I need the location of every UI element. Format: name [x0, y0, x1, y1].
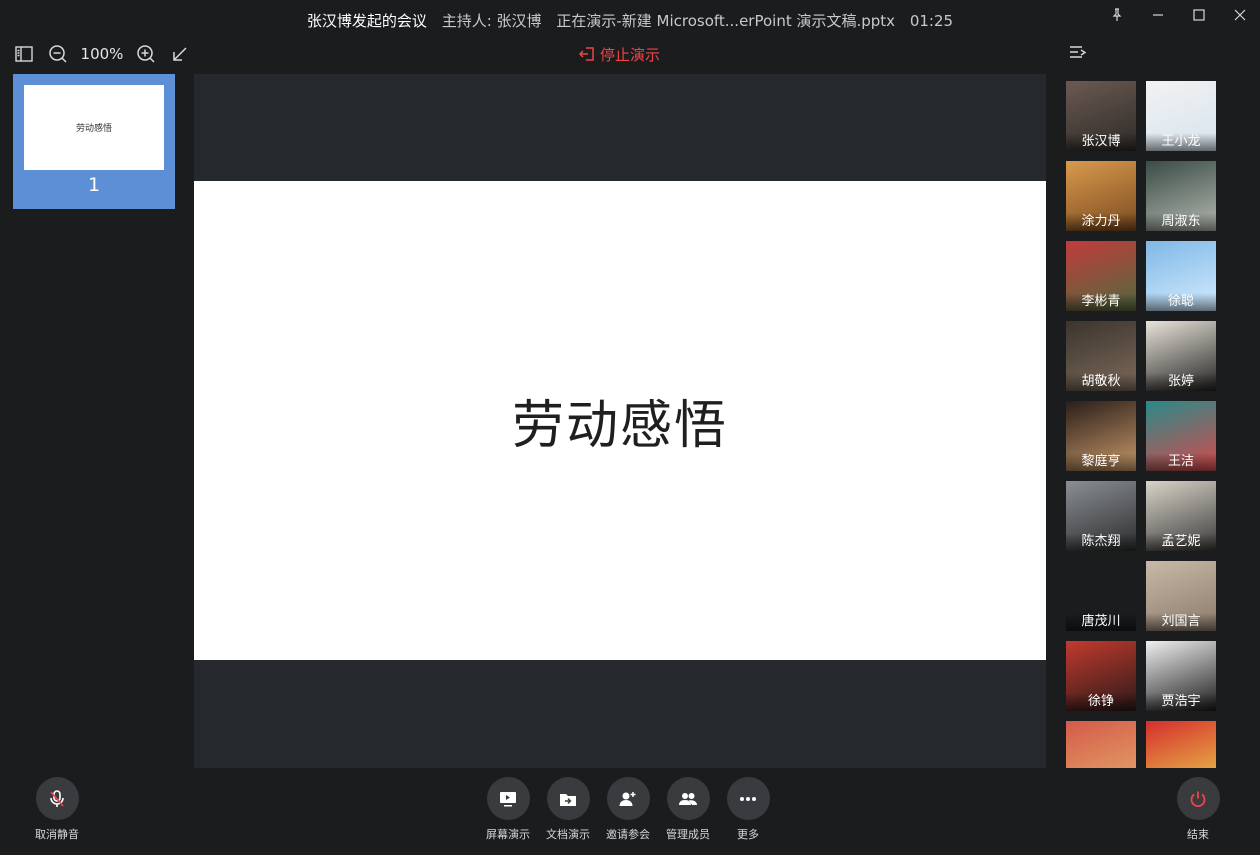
- thumbnail-preview: 劳动感悟: [24, 85, 164, 170]
- participant-name: 唐茂川: [1066, 613, 1136, 631]
- unmute-circle: [35, 777, 79, 820]
- participant-name: 贾浩宇: [1146, 693, 1216, 711]
- avatar: [1146, 721, 1216, 768]
- participant-name: 徐聪: [1146, 293, 1216, 311]
- unmute-label: 取消静音: [35, 828, 79, 841]
- participant-name: 王洁: [1146, 453, 1216, 471]
- participant-tile[interactable]: 孟艺妮: [1146, 481, 1216, 551]
- participant-tile[interactable]: [1066, 721, 1136, 768]
- participant-name: 李彬青: [1066, 293, 1136, 311]
- participant-name: 孟艺妮: [1146, 533, 1216, 551]
- maximize-button[interactable]: [1178, 0, 1219, 30]
- participant-name: 胡敬秋: [1066, 373, 1136, 391]
- participant-tile[interactable]: 徐铮: [1066, 641, 1136, 711]
- screen-share-icon: [500, 791, 516, 806]
- users-icon: [679, 792, 697, 805]
- participant-tile[interactable]: 王洁: [1146, 401, 1216, 471]
- document-present-label: 文档演示: [546, 828, 590, 841]
- invite-label: 邀请参会: [606, 828, 650, 841]
- participant-tile[interactable]: 徐聪: [1146, 241, 1216, 311]
- stop-presenting-label: 停止演示: [600, 45, 661, 64]
- participant-tile[interactable]: 张汉博: [1066, 81, 1136, 151]
- participant-tile[interactable]: 李彬青: [1066, 241, 1136, 311]
- thumbnail-number: 1: [87, 174, 101, 196]
- end-meeting-label: 结束: [1187, 828, 1209, 841]
- participant-tile[interactable]: 陈杰翔: [1066, 481, 1136, 551]
- exit-fullscreen-button[interactable]: [168, 42, 192, 66]
- window-controls: [1096, 0, 1260, 32]
- participant-name: 刘国言: [1146, 613, 1216, 631]
- presentation-stage: 劳动感悟: [194, 74, 1046, 768]
- participant-tile[interactable]: 张婷: [1146, 321, 1216, 391]
- thumbnail-title: 劳动感悟: [75, 124, 112, 134]
- stop-presenting-button[interactable]: 停止演示: [578, 44, 660, 64]
- presenting-file: 正在演示-新建 Microsoft...erPoint 演示文稿.pptx: [556, 12, 896, 30]
- slide-title: 劳动感悟: [511, 396, 728, 456]
- participant-tile[interactable]: 涂力丹: [1066, 161, 1136, 231]
- participant-name: 周淑东: [1146, 213, 1216, 231]
- participant-tile[interactable]: 唐茂川: [1066, 561, 1136, 631]
- participant-name: 徐铮: [1066, 693, 1136, 711]
- unmute-button[interactable]: 取消静音: [21, 777, 93, 842]
- participant-tile[interactable]: 王小龙: [1146, 81, 1216, 151]
- participant-panel: 张汉博 王小龙涂力丹 周淑东李彬青 徐聪胡敬秋 张婷黎庭亨 王洁陈杰翔 孟艺妮唐茂川 刘国言徐…: [1066, 81, 1218, 768]
- participant-tile[interactable]: [1146, 721, 1216, 768]
- participant-name: 张婷: [1146, 373, 1216, 391]
- mic-muted-icon: [50, 789, 64, 807]
- title-bar: 张汉博发起的会议 主持人: 张汉博 正在演示-新建 Microsoft...er…: [0, 0, 1260, 40]
- participant-tile[interactable]: 胡敬秋: [1066, 321, 1136, 391]
- zoom-in-button[interactable]: [134, 42, 158, 66]
- presentation-toolbar: 100%: [12, 40, 192, 68]
- manage-members-label: 管理成员: [666, 828, 710, 841]
- invite-circle: [606, 777, 650, 820]
- participant-name: 陈杰翔: [1066, 533, 1136, 551]
- participant-name: 张汉博: [1066, 133, 1136, 151]
- more-dots-icon: [740, 796, 756, 801]
- more-label: 更多: [737, 828, 759, 841]
- end-meeting-button[interactable]: 结束: [1162, 777, 1234, 842]
- list-collapse-icon: [1070, 46, 1087, 58]
- exit-icon: [578, 47, 594, 61]
- slide-thumbnail-1[interactable]: 劳动感悟 1: [13, 74, 175, 209]
- maximize-icon: [1192, 9, 1205, 21]
- add-user-icon: [619, 791, 636, 806]
- manage-members-circle: [666, 777, 710, 820]
- current-slide: 劳动感悟: [194, 181, 1046, 660]
- close-icon: [1234, 9, 1245, 21]
- more-circle: [726, 777, 770, 820]
- zoom-in-icon: [137, 45, 155, 63]
- participant-tile[interactable]: 黎庭亨: [1066, 401, 1136, 471]
- participant-name: 黎庭亨: [1066, 453, 1136, 471]
- screen-share-circle: [486, 777, 530, 820]
- arrow-down-left-icon: [173, 47, 187, 61]
- participant-name: 涂力丹: [1066, 213, 1136, 231]
- more-button[interactable]: 更多: [712, 777, 784, 842]
- sidebar-panel-icon: [15, 46, 33, 62]
- participant-tile[interactable]: 贾浩宇: [1146, 641, 1216, 711]
- participant-tile[interactable]: 刘国言: [1146, 561, 1216, 631]
- zoom-out-icon: [49, 45, 67, 63]
- end-meeting-circle: [1176, 777, 1220, 820]
- participant-list-toggle[interactable]: [1068, 43, 1088, 63]
- meeting-timer: 01:25: [909, 12, 954, 30]
- document-present-circle: [546, 777, 590, 820]
- folder-share-icon: [560, 793, 576, 806]
- participant-name: 王小龙: [1146, 133, 1216, 151]
- minimize-button[interactable]: [1137, 0, 1178, 30]
- power-icon: [1190, 791, 1206, 807]
- pin-icon: [1112, 8, 1121, 21]
- minimize-icon: [1152, 14, 1163, 16]
- zoom-level: 100%: [80, 45, 124, 63]
- close-button[interactable]: [1219, 0, 1260, 30]
- participant-grid: 张汉博 王小龙涂力丹 周淑东李彬青 徐聪胡敬秋 张婷黎庭亨 王洁陈杰翔 孟艺妮唐茂川 刘国言徐…: [1066, 81, 1218, 768]
- screen-share-label: 屏幕演示: [486, 828, 530, 841]
- toggle-thumbnails-button[interactable]: [12, 42, 36, 66]
- avatar: [1066, 721, 1136, 768]
- pin-button[interactable]: [1096, 0, 1137, 30]
- zoom-out-button[interactable]: [46, 42, 70, 66]
- host-label: 主持人: 张汉博: [441, 12, 542, 30]
- meeting-title: 张汉博发起的会议: [306, 12, 427, 30]
- window-title: 张汉博发起的会议 主持人: 张汉博 正在演示-新建 Microsoft...er…: [0, 10, 1260, 31]
- participant-tile[interactable]: 周淑东: [1146, 161, 1216, 231]
